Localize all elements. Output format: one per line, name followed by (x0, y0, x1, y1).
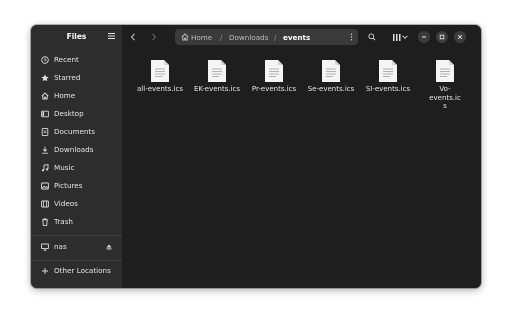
breadcrumb-downloads[interactable]: Downloads (229, 33, 268, 42)
breadcrumb-separator: / (274, 33, 277, 42)
file-name: Vo-events.ics (429, 85, 461, 110)
star-icon (40, 73, 49, 82)
home-icon (40, 91, 49, 100)
sidebar-item-trash[interactable]: Trash (35, 214, 118, 229)
sidebar-item-label: Desktop (54, 109, 84, 118)
music-icon (40, 163, 49, 172)
maximize-button[interactable] (436, 31, 448, 43)
sidebar-item-label: Recent (54, 55, 79, 64)
sidebar-item-home[interactable]: Home (35, 88, 118, 103)
sidebar-item-label: nas (54, 242, 67, 251)
text-file-icon (208, 60, 226, 82)
text-file-icon (265, 60, 283, 82)
text-file-icon (322, 60, 340, 82)
kebab-icon (350, 33, 353, 41)
sidebar-item-recent[interactable]: Recent (35, 52, 118, 67)
breadcrumb-current[interactable]: events (283, 33, 310, 42)
file-name: EK-events.ics (193, 85, 241, 93)
text-file-icon (151, 60, 169, 82)
sidebar-item-nas[interactable]: nas (35, 239, 118, 254)
sidebar-item-label: Videos (54, 199, 78, 208)
file-item[interactable]: SI-events.ics (360, 59, 416, 129)
sidebar-item-label: Home (54, 91, 76, 100)
sidebar-item-label: Other Locations (54, 266, 111, 275)
back-button[interactable] (127, 31, 139, 43)
breadcrumb-separator: / (220, 33, 223, 42)
minimize-button[interactable] (418, 31, 430, 43)
plus-icon (40, 266, 49, 275)
chevron-right-icon (152, 33, 157, 41)
path-menu-button[interactable] (350, 33, 353, 43)
eject-icon (106, 244, 112, 249)
chevron-left-icon (130, 33, 135, 41)
file-name: all-events.ics (137, 85, 183, 93)
eject-button[interactable] (106, 244, 112, 250)
file-item[interactable]: Vo-events.ics (417, 59, 473, 129)
sidebar-item-desktop[interactable]: Desktop (35, 106, 118, 121)
file-name: Se-events.ics (307, 85, 355, 93)
chevron-down-icon (402, 35, 408, 39)
hamburger-icon (107, 33, 115, 39)
sidebar-item-label: Trash (54, 217, 73, 226)
clock-icon (40, 55, 49, 64)
sidebar-item-other-locations[interactable]: Other Locations (35, 263, 118, 278)
list-view-icon (393, 33, 401, 41)
document-icon (40, 127, 49, 136)
sidebar-item-pictures[interactable]: Pictures (35, 178, 118, 193)
home-icon (181, 33, 189, 43)
header-bar: Home / Downloads / events (122, 25, 481, 49)
sidebar-item-music[interactable]: Music (35, 160, 118, 175)
main-menu-button[interactable] (106, 31, 116, 41)
video-icon (40, 199, 49, 208)
sidebar-item-label: Music (54, 163, 75, 172)
sidebar-item-downloads[interactable]: Downloads (35, 142, 118, 157)
close-button[interactable] (454, 31, 466, 43)
file-item[interactable]: EK-events.ics (189, 59, 245, 129)
files-window: Files Recent Starred Home Desktop Docume… (31, 25, 481, 288)
download-icon (40, 145, 49, 154)
sidebar-item-label: Downloads (54, 145, 94, 154)
desktop-icon (40, 109, 49, 118)
file-name: SI-events.ics (365, 85, 411, 93)
forward-button[interactable] (148, 31, 160, 43)
trash-icon (40, 217, 49, 226)
minimize-icon (422, 36, 426, 38)
maximize-icon (439, 34, 445, 40)
sidebar-item-starred[interactable]: Starred (35, 70, 118, 85)
sidebar-item-documents[interactable]: Documents (35, 124, 118, 139)
sidebar-item-videos[interactable]: Videos (35, 196, 118, 211)
picture-icon (40, 181, 49, 190)
text-file-icon (436, 60, 454, 82)
search-icon (368, 33, 376, 41)
view-options-button[interactable] (401, 31, 409, 43)
sidebar-header: Files (31, 25, 122, 49)
sidebar-item-label: Documents (54, 127, 95, 136)
file-name: Pr-events.ics (251, 85, 297, 93)
sidebar-item-label: Starred (54, 73, 81, 82)
text-file-icon (379, 60, 397, 82)
file-item[interactable]: Se-events.ics (303, 59, 359, 129)
sidebar-divider (31, 235, 122, 236)
search-button[interactable] (366, 31, 378, 43)
file-item[interactable]: Pr-events.ics (246, 59, 302, 129)
file-item[interactable]: all-events.ics (132, 59, 188, 129)
breadcrumb-home[interactable]: Home (191, 33, 212, 42)
sidebar: Files Recent Starred Home Desktop Docume… (31, 25, 122, 288)
sidebar-item-label: Pictures (54, 181, 83, 190)
path-bar: Home / Downloads / events (175, 29, 358, 45)
computer-icon (40, 242, 49, 251)
close-icon (457, 34, 463, 40)
main-pane: Home / Downloads / events all-events.ics… (122, 25, 481, 288)
sidebar-divider (31, 260, 122, 261)
